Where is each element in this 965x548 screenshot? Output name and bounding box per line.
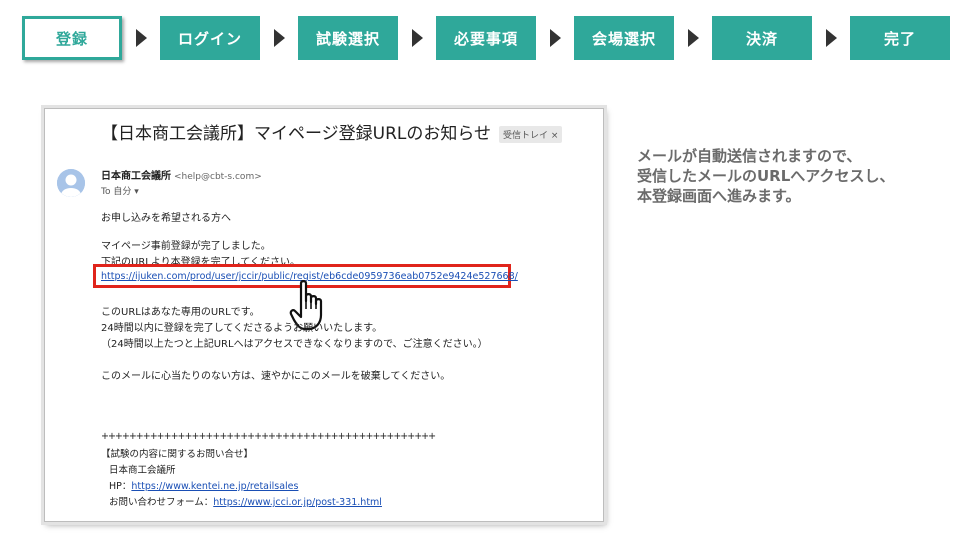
signature-separator: ++++++++++++++++++++++++++++++++++++++++… [101, 431, 436, 442]
step-arrow-icon [826, 29, 837, 47]
step-payment: 決済 [712, 16, 812, 60]
step-arrow-icon [688, 29, 699, 47]
instruction-line-2: 受信したメールのURLへアクセスし、 [637, 167, 895, 185]
email-panel: 【日本商工会議所】マイページ登録URLのお知らせ 受信トレイ × 日本商工会議所 <… [44, 108, 604, 522]
instruction-line-3: 本登録画面へ進みます。 [637, 187, 801, 205]
sender: 日本商工会議所 <help@cbt-s.com> [101, 167, 262, 182]
sender-name: 日本商工会議所 [101, 171, 171, 182]
hp-link[interactable]: https://www.kentei.ne.jp/retailsales [131, 481, 298, 492]
recipient-toggle[interactable]: To 自分 ▾ [101, 184, 139, 197]
step-required-info: 必要事項 [436, 16, 536, 60]
contact-title: 【試験の内容に関するお問い合せ】 [101, 449, 254, 460]
step-arrow-icon [136, 29, 147, 47]
instruction-line-1: メールが自動送信されますので、 [637, 147, 862, 165]
step-login: ログイン [160, 16, 260, 60]
contact-form: お問い合わせフォーム：https://www.jcci.or.jp/post-3… [109, 494, 382, 508]
inbox-badge[interactable]: 受信トレイ × [499, 125, 563, 143]
hp-label: HP： [109, 481, 132, 492]
contact-hp: HP：https://www.kentei.ne.jp/retailsales [109, 478, 298, 492]
body-line-3: このURLはあなた専用のURLです。 [101, 307, 260, 318]
form-link[interactable]: https://www.jcci.or.jp/post-331.html [213, 497, 382, 508]
body-line-1: マイページ事前登録が完了しました。 [101, 241, 271, 252]
step-exam-select: 試験選択 [298, 16, 398, 60]
step-arrow-icon [412, 29, 423, 47]
step-complete: 完了 [850, 16, 950, 60]
body-line-5: （24時間以上たつと上記URLへはアクセスできなくなりますので、ご注意ください。… [101, 339, 488, 350]
sender-avatar [57, 169, 85, 197]
contact-org: 日本商工会議所 [109, 465, 176, 476]
sender-email: <help@cbt-s.com> [174, 172, 262, 182]
body-line-4: 24時間以内に登録を完了してくださるようお願いいたします。 [101, 323, 383, 334]
step-arrow-icon [550, 29, 561, 47]
step-arrow-icon [274, 29, 285, 47]
body-line-6: このメールに心当たりのない方は、速やかにこのメールを破棄してください。 [101, 371, 451, 382]
instruction-text: メールが自動送信されますので、 受信したメールのURLへアクセスし、 本登録画面… [637, 146, 957, 206]
form-label: お問い合わせフォーム： [109, 497, 214, 508]
email-subject: 【日本商工会議所】マイページ登録URLのお知らせ 受信トレイ × [101, 119, 563, 144]
person-icon [57, 169, 85, 197]
step-venue-select: 会場選択 [574, 16, 674, 60]
greeting: お申し込みを希望される方へ [101, 213, 231, 224]
step-register: 登録 [22, 16, 122, 60]
email-subject-text: 【日本商工会議所】マイページ登録URLのお知らせ [101, 124, 492, 144]
